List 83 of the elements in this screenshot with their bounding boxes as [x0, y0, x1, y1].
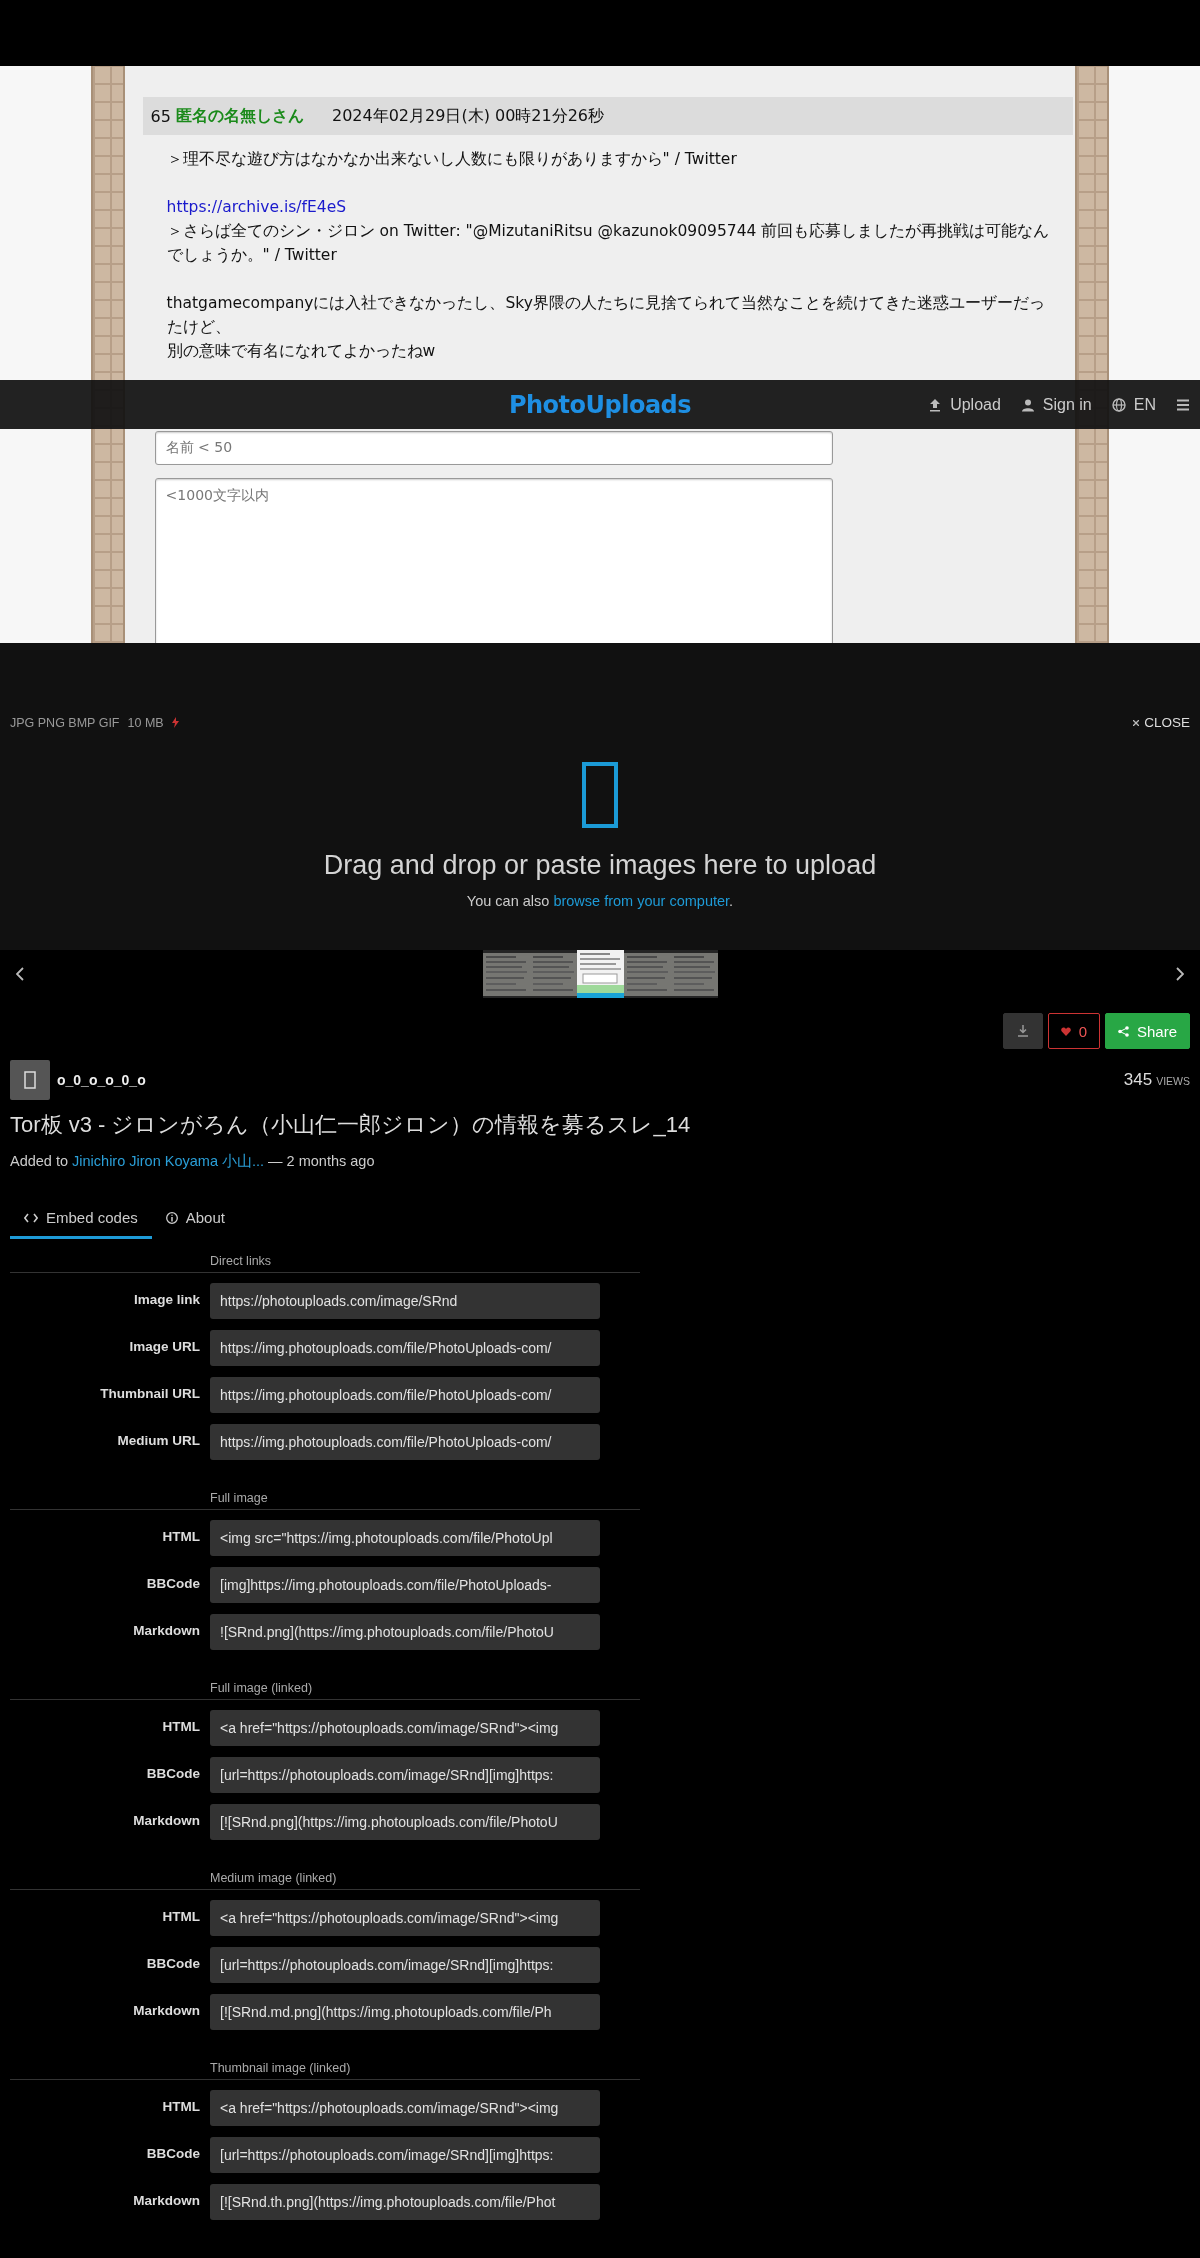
- browse-link[interactable]: browse from your computer: [553, 893, 730, 909]
- embed-code-field[interactable]: <a href="https://photouploads.com/image/SRnd"><img: [210, 1900, 600, 1936]
- thumbnail[interactable]: [529, 950, 577, 998]
- section-heading: Full image (linked): [10, 1681, 640, 1700]
- field-label: Markdown: [132, 2192, 200, 2208]
- embed-code-field[interactable]: https://img.photouploads.com/file/PhotoUploads-com/: [210, 1424, 600, 1460]
- field-label: Thumbnail URL: [99, 1385, 200, 1401]
- thumbnail[interactable]: [482, 950, 530, 998]
- like-button[interactable]: 0: [1047, 1013, 1100, 1049]
- thumbnail[interactable]: [576, 950, 624, 998]
- heart-icon: [1060, 1026, 1071, 1036]
- added-to-text: Added to Jinichiro Jiron Koyama 小山... — 2 months ago: [10, 1152, 376, 1171]
- field-label: BBCode: [145, 1575, 200, 1591]
- field-label: Markdown: [132, 2002, 200, 2018]
- bolt-icon: [171, 717, 179, 728]
- download-icon: [1017, 1025, 1028, 1037]
- field-label: BBCode: [145, 1955, 200, 1971]
- post-text: 別の意味で有名になれてよかったねw: [166, 341, 437, 362]
- field-label: Markdown: [132, 1622, 200, 1638]
- section-heading: Full image: [10, 1491, 640, 1510]
- close-icon: [1133, 719, 1140, 726]
- embed-code-field[interactable]: [url=https://photouploads.com/image/SRnd][img]https:: [210, 2137, 600, 2173]
- close-button[interactable]: CLOSE: [1133, 715, 1190, 730]
- embed-code-field[interactable]: <img src="https://img.photouploads.com/file/PhotoUpl: [210, 1520, 600, 1556]
- embed-code-field[interactable]: [![SRnd.md.png](https://img.photouploads.com/file/Ph: [210, 1994, 600, 2030]
- embed-code-field[interactable]: <a href="https://photouploads.com/image/SRnd"><img: [210, 1710, 600, 1746]
- album-link[interactable]: Jinichiro Jiron Koyama 小山...: [72, 1153, 265, 1169]
- embed-code-field[interactable]: [![SRnd.png](https://img.photouploads.com/file/PhotoU: [210, 1804, 600, 1840]
- post-text: thatgamecompanyには入社できなかったし、Sky界隈の人たちに見捨てられて当然なことを続けてきた迷惑ユーザーだったけど、: [166, 293, 1046, 338]
- download-button[interactable]: [1002, 1013, 1043, 1049]
- avatar[interactable]: [10, 1060, 50, 1100]
- thumbnail[interactable]: [623, 950, 671, 998]
- field-label: HTML: [161, 2098, 200, 2114]
- embed-code-field[interactable]: [![SRnd.th.png](https://img.photouploads.com/file/Phot: [210, 2184, 600, 2220]
- field-label: HTML: [161, 1718, 200, 1734]
- message-field[interactable]: <1000文字以内: [154, 478, 833, 643]
- menu-item[interactable]: EN: [1111, 395, 1156, 414]
- image-title: Tor板 v3 - ジロンがろん（小山仁一郎ジロン）の情報を募るスレ_14: [10, 1111, 692, 1139]
- tab[interactable]: About: [151, 1199, 239, 1239]
- post-text: ＞さらば全てのシン・ジロン on Twitter: "@MizutaniRitsu @kazunok09095744 前回も応募しましたが再挑戦は可能なんでしょうか。" / Twitter: [166, 221, 1051, 266]
- globe-icon: [1111, 397, 1126, 412]
- section-heading: Medium image (linked): [10, 1871, 640, 1890]
- chevron-left-icon[interactable]: [16, 967, 24, 981]
- username[interactable]: o_0_o_o_0_o: [57, 1072, 146, 1088]
- menu-icon[interactable]: [1176, 397, 1190, 412]
- field-label: BBCode: [145, 2145, 200, 2161]
- embed-code-field[interactable]: ![SRnd.png](https://img.photouploads.com/file/PhotoU: [210, 1614, 600, 1650]
- embed-code-field[interactable]: https://img.photouploads.com/file/PhotoUploads-com/: [210, 1330, 600, 1366]
- post-text: ＞理不尽な遊び方はなかなか出来ないし人数にも限りがありますから" / Twitter: [166, 149, 738, 170]
- field-label: Image link: [132, 1291, 200, 1307]
- field-label: HTML: [161, 1908, 200, 1924]
- section-heading: Thumbnail image (linked): [10, 2061, 640, 2080]
- section-heading: Direct links: [10, 1254, 640, 1273]
- name-field[interactable]: 名前 < 50: [154, 431, 833, 465]
- post-link[interactable]: https://archive.is/fE4eS: [166, 195, 347, 219]
- embed-code-field[interactable]: <a href="https://photouploads.com/image/SRnd"><img: [210, 2090, 600, 2126]
- share-icon: [1117, 1025, 1129, 1037]
- max-size: 10 MB: [127, 715, 164, 730]
- field-label: Markdown: [132, 1812, 200, 1828]
- embed-code-field[interactable]: https://img.photouploads.com/file/PhotoUploads-com/: [210, 1377, 600, 1413]
- view-count: 345: [1123, 1070, 1153, 1090]
- logo[interactable]: PhotoUploads: [508, 390, 692, 419]
- field-label: Medium URL: [116, 1432, 200, 1448]
- embed-code-field[interactable]: [img]https://img.photouploads.com/file/PhotoUploads-: [210, 1567, 600, 1603]
- views-label: VIEWS: [1156, 1075, 1190, 1087]
- embed-code-field[interactable]: [url=https://photouploads.com/image/SRnd][img]https:: [210, 1947, 600, 1983]
- post-author: 匿名の名無しさん: [175, 105, 304, 127]
- code-icon: [24, 1211, 38, 1224]
- field-label: BBCode: [145, 1765, 200, 1781]
- upload-heading: Drag and drop or paste images here to upload: [323, 850, 877, 881]
- file-formats: JPG PNG BMP GIF: [10, 715, 120, 730]
- chevron-right-icon[interactable]: [1176, 967, 1184, 981]
- menu-item[interactable]: Sign in: [1020, 395, 1092, 414]
- menu-item[interactable]: Upload: [928, 395, 1001, 414]
- embed-code-field[interactable]: [url=https://photouploads.com/image/SRnd][img]https:: [210, 1757, 600, 1793]
- upload-hint: You can also browse from your computer.: [466, 893, 734, 909]
- info-icon: [165, 1211, 178, 1224]
- field-label: HTML: [161, 1528, 200, 1544]
- embed-code-field[interactable]: https://photouploads.com/image/SRnd: [210, 1283, 600, 1319]
- post-number: 65: [150, 106, 171, 126]
- thumbnail[interactable]: [670, 950, 718, 998]
- field-label: Image URL: [128, 1338, 200, 1354]
- post-date: 2024年02月29日(木) 00時21分26秒: [331, 105, 605, 127]
